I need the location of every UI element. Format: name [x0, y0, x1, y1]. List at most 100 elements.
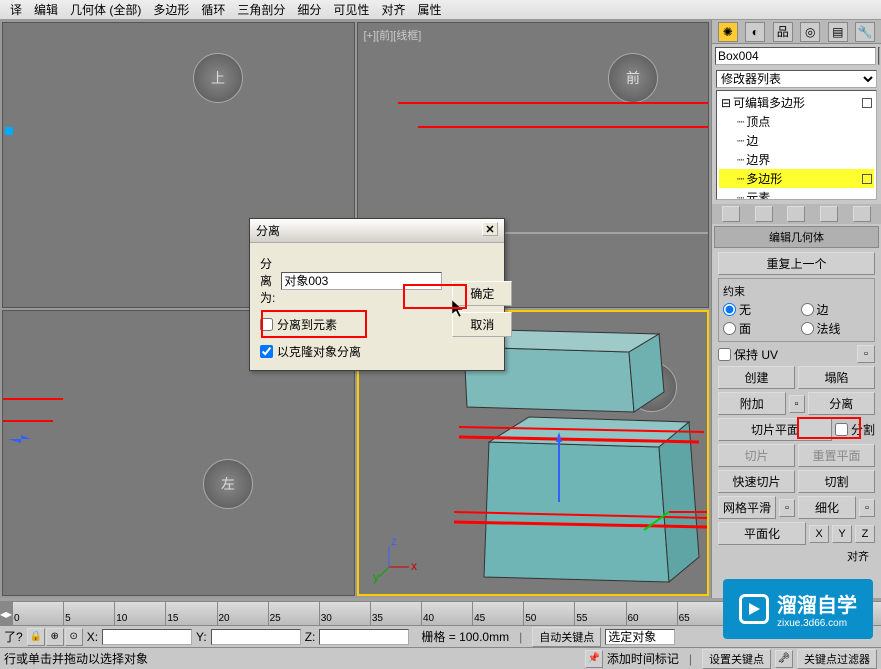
modifier-stack[interactable]: ⊟可编辑多边形 ┈顶点 ┈边 ┈边界 ┈多边形 ┈元素	[716, 90, 877, 200]
preserve-uv-settings-button[interactable]: ▫	[857, 345, 875, 363]
planarize-x-button[interactable]: X	[809, 525, 829, 543]
make-unique-button[interactable]	[787, 206, 805, 222]
svg-text:y: y	[373, 570, 379, 584]
constraint-face[interactable]: 面	[723, 320, 793, 337]
preserve-uv-checkbox[interactable]	[718, 348, 731, 361]
constraint-edge[interactable]: 边	[801, 301, 871, 318]
snap-button[interactable]: ⊕	[46, 628, 64, 646]
planarize-z-button[interactable]: Z	[855, 525, 875, 543]
pin-stack-button[interactable]	[722, 206, 740, 222]
split-label: 分割	[851, 421, 875, 438]
auto-key-button[interactable]: 自动关键点	[532, 627, 601, 647]
detach-as-input[interactable]	[281, 272, 442, 290]
detach-button[interactable]: 分离	[808, 392, 876, 415]
timetag-button[interactable]: 📌	[585, 650, 603, 668]
cut-button[interactable]: 切割	[798, 470, 875, 493]
menu-item-4[interactable]: 循环	[195, 0, 231, 19]
collapse-button[interactable]: 塌陷	[798, 366, 875, 389]
detach-to-element-checkbox[interactable]	[260, 318, 273, 331]
lock-button[interactable]: 🔒	[27, 628, 45, 646]
refine-button[interactable]: 细化	[798, 496, 856, 519]
timeline-handle[interactable]: ◂▸	[0, 602, 12, 625]
menu-item-0[interactable]: 译	[4, 0, 28, 19]
key-filters-button[interactable]: 关键点过滤器	[797, 649, 877, 669]
snap2-button[interactable]: ⊙	[65, 628, 83, 646]
stack-toolbar	[712, 204, 881, 224]
configure-sets-button[interactable]	[853, 206, 871, 222]
constraint-none[interactable]: 无	[723, 301, 793, 318]
create-button[interactable]: 创建	[718, 366, 795, 389]
command-panel: ✺ ◐ 品 ◎ ▤ 🔧 修改器列表 ⊟可编辑多边形 ┈顶点 ┈边 ┈边界 ┈多边…	[711, 20, 881, 598]
detach-to-element-label: 分离到元素	[277, 316, 337, 333]
remove-modifier-button[interactable]	[820, 206, 838, 222]
key-mode-field[interactable]	[605, 629, 675, 645]
planarize-button[interactable]: 平面化	[718, 522, 806, 545]
menu-item-3[interactable]: 多边形	[147, 0, 195, 19]
refine-settings-button[interactable]: ▫	[859, 499, 875, 517]
slice-plane-button[interactable]: 切片平面	[718, 418, 832, 441]
constraint-title: 约束	[723, 283, 870, 299]
tree-polygon[interactable]: ┈多边形	[719, 169, 874, 188]
display-tab-icon[interactable]: ▤	[828, 22, 848, 42]
dialog-cancel-button[interactable]: 取消	[452, 312, 512, 337]
play-icon	[739, 594, 769, 624]
attach-button[interactable]: 附加	[718, 392, 786, 415]
watermark-url: zixue.3d66.com	[777, 618, 857, 629]
slice-button: 切片	[718, 444, 795, 467]
y-label: Y:	[196, 630, 207, 644]
repeat-last-button[interactable]: 重复上一个	[718, 252, 875, 275]
status-hint-2: 行或单击并拖动以选择对象	[4, 650, 148, 667]
menu-bar: 译 编辑 几何体 (全部) 多边形 循环 三角剖分 细分 可见性 对齐 属性	[0, 0, 881, 20]
z-field[interactable]	[319, 629, 409, 645]
create-tab-icon[interactable]: ✺	[718, 22, 738, 42]
add-marker-label: 添加时间标记	[607, 650, 679, 667]
x-field[interactable]	[102, 629, 192, 645]
viewcube-top[interactable]: 上	[193, 53, 243, 103]
attach-settings-button[interactable]: ▫	[789, 395, 805, 413]
hierarchy-tab-icon[interactable]: 品	[773, 22, 793, 42]
menu-item-8[interactable]: 对齐	[375, 0, 411, 19]
rollout-edit-geometry: 编辑几何体 重复上一个 约束 无 边 面 法线 保持 UV ▫ 创建塌陷	[714, 226, 879, 568]
mesh-smooth-button[interactable]: 网格平滑	[718, 496, 776, 519]
rollout-header-edit-geom[interactable]: 编辑几何体	[714, 226, 879, 248]
dialog-close-button[interactable]: ✕	[482, 222, 498, 236]
svg-text:x: x	[411, 559, 417, 573]
tree-border[interactable]: ┈边界	[719, 150, 874, 169]
mesh-smooth-settings-button[interactable]: ▫	[779, 499, 795, 517]
tree-vertex[interactable]: ┈顶点	[719, 112, 874, 131]
tree-element[interactable]: ┈元素	[719, 188, 874, 200]
object-color-swatch[interactable]	[878, 47, 880, 65]
reset-plane-button: 重置平面	[798, 444, 875, 467]
tree-root[interactable]: ⊟可编辑多边形	[719, 93, 874, 112]
dialog-titlebar[interactable]: 分离 ✕	[250, 219, 504, 243]
planarize-y-button[interactable]: Y	[832, 525, 852, 543]
dialog-ok-button[interactable]: 确定	[452, 281, 512, 306]
watermark-brand: 溜溜自学	[777, 589, 857, 618]
constraint-group: 约束 无 边 面 法线	[718, 278, 875, 342]
menu-item-1[interactable]: 编辑	[28, 0, 64, 19]
object-name-field[interactable]	[715, 47, 876, 65]
menu-item-9[interactable]: 属性	[411, 0, 447, 19]
show-end-result-button[interactable]	[755, 206, 773, 222]
detach-as-clone-label: 以克隆对象分离	[277, 343, 361, 360]
menu-item-7[interactable]: 可见性	[327, 0, 375, 19]
tree-edge[interactable]: ┈边	[719, 131, 874, 150]
menu-item-2[interactable]: 几何体 (全部)	[64, 0, 147, 19]
utilities-tab-icon[interactable]: 🔧	[855, 22, 875, 42]
detach-as-clone-checkbox[interactable]	[260, 345, 273, 358]
motion-tab-icon[interactable]: ◎	[800, 22, 820, 42]
x-label: X:	[87, 630, 98, 644]
constraint-normal[interactable]: 法线	[801, 320, 871, 337]
set-key-button[interactable]: 设置关键点	[702, 649, 771, 669]
menu-item-5[interactable]: 三角剖分	[231, 0, 291, 19]
split-checkbox[interactable]	[835, 423, 848, 436]
menu-item-6[interactable]: 细分	[291, 0, 327, 19]
modifier-list-dropdown[interactable]: 修改器列表	[716, 70, 877, 88]
modify-tab-icon[interactable]: ◐	[745, 22, 765, 42]
svg-text:z: z	[391, 534, 397, 548]
quick-slice-button[interactable]: 快速切片	[718, 470, 795, 493]
y-field[interactable]	[211, 629, 301, 645]
preserve-uv-label: 保持 UV	[734, 346, 778, 363]
dialog-title: 分离	[256, 222, 280, 239]
key-icon[interactable]: 🗝	[775, 650, 793, 668]
